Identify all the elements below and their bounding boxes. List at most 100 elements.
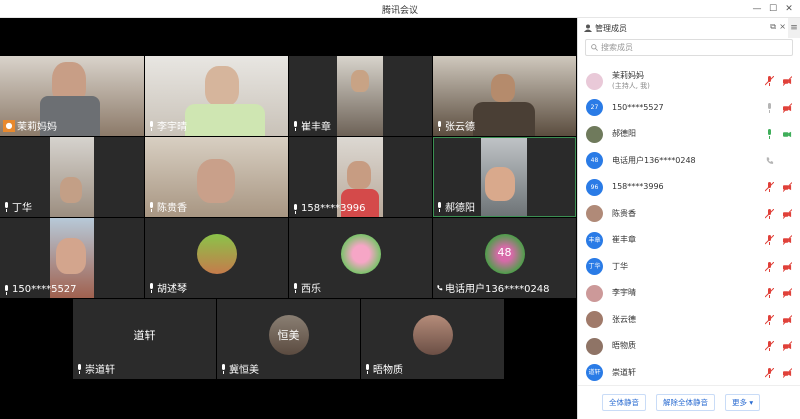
close-icon[interactable]: ✕ xyxy=(782,2,796,16)
member-name: 崔丰章 xyxy=(612,235,636,245)
popout-icon[interactable]: ⧉ xyxy=(770,22,776,32)
mic-muted-icon[interactable] xyxy=(765,235,774,245)
camera-off-icon[interactable] xyxy=(783,367,792,378)
video-tile-6[interactable]: 陈贵香 xyxy=(145,137,288,217)
mic-icon xyxy=(150,120,153,131)
tile-name: 冀恒美 xyxy=(229,365,259,376)
mic-icon xyxy=(294,120,297,131)
mute-all-button[interactable]: 全体静音 xyxy=(602,394,646,411)
video-tile-4[interactable]: 张云德 xyxy=(433,56,576,136)
video-tile-2[interactable]: 李宇晴 xyxy=(145,56,288,136)
camera-off-icon[interactable] xyxy=(783,288,792,298)
member-avatar xyxy=(586,125,603,143)
avatar-tile-14[interactable]: 恒美 冀恒美 xyxy=(217,299,360,379)
mic-muted-icon[interactable] xyxy=(765,208,774,219)
mic-muted-icon[interactable] xyxy=(765,76,774,86)
camera-off-icon[interactable] xyxy=(783,261,792,272)
member-avatar xyxy=(586,72,603,90)
mic-muted-icon[interactable] xyxy=(765,182,774,192)
mic-icon xyxy=(366,363,369,374)
member-name: 电话用户136****0248 xyxy=(612,155,696,165)
avatar xyxy=(412,315,453,355)
more-button[interactable]: 更多 ▾ xyxy=(725,394,761,411)
member-row[interactable]: 李宇晴 xyxy=(578,280,800,307)
mic-muted-icon[interactable] xyxy=(765,261,774,272)
tile-name: 李宇晴 xyxy=(157,122,187,133)
phone-icon xyxy=(766,156,774,164)
member-row[interactable]: 道轩 崇道轩 xyxy=(578,360,800,387)
mic-icon xyxy=(78,363,81,374)
mic-icon xyxy=(222,363,225,374)
member-row[interactable]: 张云德 xyxy=(578,307,800,334)
menu-icon[interactable]: ≡ xyxy=(788,18,800,38)
camera-off-icon[interactable] xyxy=(783,208,792,219)
mic-muted-icon[interactable] xyxy=(765,288,774,298)
video-tile-9[interactable]: 150****5527 xyxy=(0,218,144,298)
camera-off-icon[interactable] xyxy=(783,76,792,86)
mic-icon xyxy=(5,284,8,295)
member-name: 李宇晴 xyxy=(612,288,636,298)
tile-name: 丁华 xyxy=(12,203,32,214)
video-grid: ● 茉莉妈妈 李宇晴 崔丰章 张云德 丁华 陈贵香 158****3996 郝德阳 xyxy=(0,18,577,419)
mic-icon[interactable] xyxy=(765,102,774,113)
mic-muted-icon[interactable] xyxy=(765,341,774,351)
avatar-text: 恒美 xyxy=(277,329,300,342)
member-name: 茉莉妈妈 xyxy=(612,71,644,81)
mic-muted-icon[interactable] xyxy=(765,314,774,325)
avatar-tile-12[interactable]: 48 电话用户136****0248 xyxy=(433,218,576,298)
avatar-tile-15[interactable]: 晤物质 xyxy=(361,299,504,379)
avatar-tile-10[interactable]: 胡述琴 xyxy=(145,218,288,298)
tile-name: 茉莉妈妈 xyxy=(17,122,57,133)
search-icon xyxy=(591,44,598,51)
tile-name: 150****5527 xyxy=(12,284,77,295)
phone-icon xyxy=(437,284,443,290)
member-row[interactable]: 48 电话用户136****0248 xyxy=(578,148,800,175)
tile-name: 陈贵香 xyxy=(157,203,187,214)
tile-name: 电话用户136****0248 xyxy=(445,284,550,295)
video-tile-1[interactable]: ● 茉莉妈妈 xyxy=(0,56,144,136)
video-tile-3[interactable]: 崔丰章 xyxy=(289,56,432,136)
search-placeholder: 搜索成员 xyxy=(601,43,633,52)
mic-icon xyxy=(438,201,441,212)
mic-icon xyxy=(5,201,8,212)
camera-icon[interactable] xyxy=(783,129,792,139)
member-search-input[interactable]: 搜索成员 xyxy=(585,39,793,56)
member-row[interactable]: 丰章 崔丰章 xyxy=(578,227,800,254)
member-row[interactable]: 27 150****5527 xyxy=(578,95,800,122)
video-tile-7[interactable]: 158****3996 xyxy=(289,137,432,217)
camera-off-icon[interactable] xyxy=(783,235,792,245)
unmute-all-button[interactable]: 解除全体静音 xyxy=(656,394,715,411)
mic-icon[interactable] xyxy=(765,129,774,139)
video-tile-5[interactable]: 丁华 xyxy=(0,137,144,217)
member-row[interactable]: 96 158****3996 xyxy=(578,174,800,201)
member-row[interactable]: 丁华 丁华 xyxy=(578,254,800,281)
minimize-icon[interactable]: — xyxy=(750,2,764,16)
mic-icon xyxy=(294,203,297,214)
member-row[interactable]: 晤物质 xyxy=(578,333,800,360)
member-row[interactable]: 茉莉妈妈 (主持人, 我) xyxy=(578,68,800,95)
camera-off-icon[interactable] xyxy=(783,182,792,192)
member-panel-footer: 全体静音 解除全体静音 更多 ▾ xyxy=(578,385,800,419)
maximize-icon[interactable]: ☐ xyxy=(766,2,780,16)
member-avatar: 丁华 xyxy=(586,258,603,276)
member-panel: 管理成员 ⧉ × ≡ 搜索成员 茉莉妈妈 (主持人, 我) 27 150****552… xyxy=(577,18,800,419)
avatar: 48 xyxy=(484,234,525,274)
avatar-tile-11[interactable]: 西乐 xyxy=(289,218,432,298)
window-title: 腾讯会议 xyxy=(381,6,418,16)
camera-off-icon[interactable] xyxy=(783,102,792,113)
avatar-text: 道轩 xyxy=(133,329,156,342)
tile-name: 张云德 xyxy=(445,122,475,133)
member-name: 丁华 xyxy=(612,261,628,271)
member-name: 张云德 xyxy=(612,314,636,324)
camera-off-icon[interactable] xyxy=(783,341,792,351)
member-avatar: 道轩 xyxy=(586,364,603,382)
close-panel-icon[interactable]: × xyxy=(779,22,786,31)
member-panel-header: 管理成员 ⧉ × ≡ xyxy=(578,18,800,38)
member-row[interactable]: 陈贵香 xyxy=(578,201,800,228)
avatar-tile-13[interactable]: 道轩 崇道轩 xyxy=(73,299,216,379)
video-tile-8[interactable]: 郝德阳 xyxy=(433,137,576,217)
mic-muted-icon[interactable] xyxy=(765,367,774,378)
camera-off-icon[interactable] xyxy=(783,314,792,325)
avatar-text: 48 xyxy=(497,246,512,259)
member-row[interactable]: 郝德阳 xyxy=(578,121,800,148)
